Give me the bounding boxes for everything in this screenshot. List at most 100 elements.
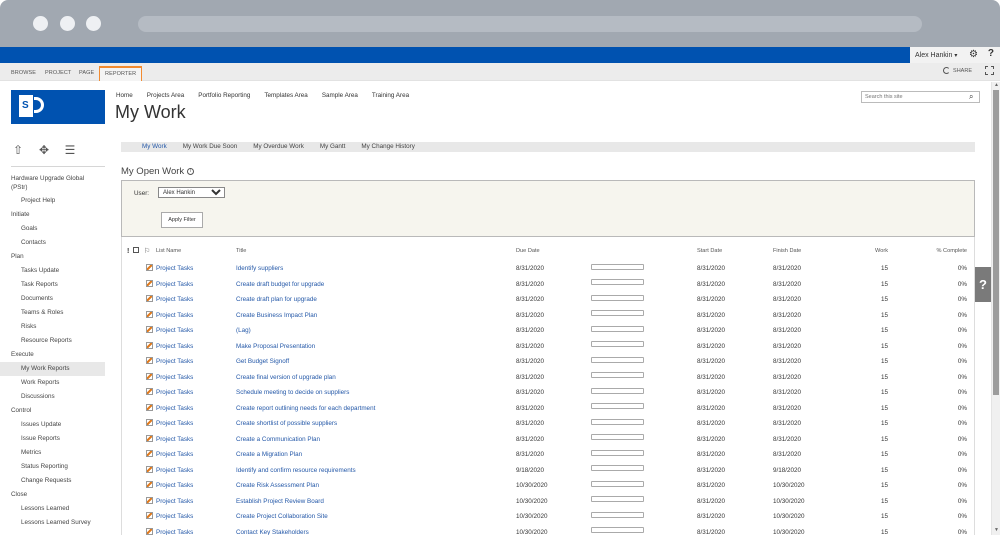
sidebar-item[interactable]: Close: [0, 488, 105, 502]
sidebar-item[interactable]: Tasks Update: [0, 264, 105, 278]
top-nav-link[interactable]: Projects Area: [147, 92, 184, 99]
search-icon[interactable]: ⌕: [969, 92, 973, 102]
sidebar-item[interactable]: Lessons Learned Survey: [0, 516, 105, 530]
task-title-link[interactable]: Create Risk Assessment Plan: [236, 478, 516, 494]
list-name-link[interactable]: Project Tasks: [156, 323, 236, 339]
list-name-link[interactable]: Project Tasks: [156, 339, 236, 355]
list-name-link[interactable]: Project Tasks: [156, 354, 236, 370]
list-name-link[interactable]: Project Tasks: [156, 370, 236, 386]
table-row[interactable]: Project Tasks Create Risk Assessment Plan…: [122, 478, 976, 494]
sidebar-item[interactable]: Risks: [0, 320, 105, 334]
notes-icon[interactable]: ☰: [63, 143, 77, 157]
flag-header[interactable]: ⚐: [144, 237, 156, 261]
finish-date-header[interactable]: Finish Date: [773, 237, 843, 261]
task-title-link[interactable]: Schedule meeting to decide on suppliers: [236, 385, 516, 401]
gear-icon[interactable]: ⚙: [969, 49, 978, 60]
pct-complete-header[interactable]: % Complete: [888, 237, 976, 261]
task-title-link[interactable]: Create Project Collaboration Site: [236, 509, 516, 525]
row-select-cell[interactable]: [133, 525, 144, 535]
sidebar-item[interactable]: Contacts: [0, 236, 105, 250]
row-select-cell[interactable]: [133, 447, 144, 463]
tab-reporter[interactable]: REPORTER: [99, 66, 143, 81]
row-select-cell[interactable]: [133, 292, 144, 308]
table-row[interactable]: Project Tasks Establish Project Review Bo…: [122, 494, 976, 510]
sub-tab[interactable]: My Overdue Work: [245, 142, 312, 152]
user-menu[interactable]: Alex Hankin ▾: [915, 52, 957, 59]
tab-browse[interactable]: BROWSE: [11, 66, 36, 81]
table-row[interactable]: Project Tasks Identify and confirm resour…: [122, 463, 976, 479]
focus-mode-icon[interactable]: [985, 66, 994, 75]
sub-tab[interactable]: My Work Due Soon: [175, 142, 245, 152]
list-name-header[interactable]: List Name: [156, 237, 236, 261]
task-title-link[interactable]: Create a Migration Plan: [236, 447, 516, 463]
list-name-link[interactable]: Project Tasks: [156, 385, 236, 401]
address-bar[interactable]: [138, 16, 922, 32]
sidebar-item[interactable]: Lessons Learned: [0, 502, 105, 516]
sidebar-item[interactable]: Issue Reports: [0, 432, 105, 446]
row-select-cell[interactable]: [133, 385, 144, 401]
table-row[interactable]: Project Tasks Create shortlist of possibl…: [122, 416, 976, 432]
top-nav-link[interactable]: Training Area: [372, 92, 409, 99]
sidebar-item[interactable]: Goals: [0, 222, 105, 236]
upload-icon[interactable]: ⇧: [11, 143, 25, 157]
sidebar-item[interactable]: Hardware Upgrade Global (PStr): [0, 172, 100, 192]
search-input[interactable]: [861, 91, 980, 103]
task-title-link[interactable]: Create draft plan for upgrade: [236, 292, 516, 308]
sidebar-item[interactable]: Status Reporting: [0, 460, 105, 474]
sidebar-item[interactable]: Execute: [0, 348, 105, 362]
task-title-link[interactable]: Create a Communication Plan: [236, 432, 516, 448]
row-select-cell[interactable]: [133, 401, 144, 417]
list-name-link[interactable]: Project Tasks: [156, 463, 236, 479]
select-all-header[interactable]: [133, 237, 144, 261]
table-row[interactable]: Project Tasks Get Budget Signoff 8/31/2020…: [122, 354, 976, 370]
row-select-cell[interactable]: [133, 323, 144, 339]
sidebar-item[interactable]: My Work Reports: [0, 362, 105, 376]
scroll-down-icon[interactable]: ▼: [994, 527, 999, 533]
list-name-link[interactable]: Project Tasks: [156, 525, 236, 535]
scroll-up-icon[interactable]: ▲: [994, 82, 999, 88]
sidebar-item[interactable]: Work Reports: [0, 376, 105, 390]
row-select-cell[interactable]: [133, 478, 144, 494]
list-name-link[interactable]: Project Tasks: [156, 494, 236, 510]
sidebar-item[interactable]: Discussions: [0, 390, 105, 404]
table-row[interactable]: Project Tasks Create Business Impact Plan…: [122, 308, 976, 324]
table-row[interactable]: Project Tasks Create draft budget for upg…: [122, 277, 976, 293]
sidebar-item[interactable]: Issues Update: [0, 418, 105, 432]
task-title-link[interactable]: Create Business Impact Plan: [236, 308, 516, 324]
row-select-cell[interactable]: [133, 416, 144, 432]
task-title-link[interactable]: Get Budget Signoff: [236, 354, 516, 370]
vertical-scrollbar[interactable]: ▲ ▼: [991, 82, 1000, 535]
due-date-header[interactable]: Due Date: [516, 237, 591, 261]
list-name-link[interactable]: Project Tasks: [156, 401, 236, 417]
title-header[interactable]: Title: [236, 237, 516, 261]
row-select-cell[interactable]: [133, 308, 144, 324]
task-title-link[interactable]: Create report outlining needs for each d…: [236, 401, 516, 417]
row-select-cell[interactable]: [133, 277, 144, 293]
table-row[interactable]: Project Tasks Create report outlining nee…: [122, 401, 976, 417]
table-row[interactable]: Project Tasks Contact Key Stakeholders 10/…: [122, 525, 976, 535]
window-close-dot[interactable]: [33, 16, 48, 31]
sub-tab[interactable]: My Change History: [353, 142, 423, 152]
task-title-link[interactable]: Create final version of upgrade plan: [236, 370, 516, 386]
row-select-cell[interactable]: [133, 370, 144, 386]
task-title-link[interactable]: Create shortlist of possible suppliers: [236, 416, 516, 432]
top-nav-link[interactable]: Portfolio Reporting: [198, 92, 250, 99]
task-title-link[interactable]: Make Proposal Presentation: [236, 339, 516, 355]
row-select-cell[interactable]: [133, 432, 144, 448]
window-minimize-dot[interactable]: [60, 16, 75, 31]
list-name-link[interactable]: Project Tasks: [156, 447, 236, 463]
sidebar-item[interactable]: Resource Reports: [0, 334, 105, 348]
help-icon[interactable]: ?: [988, 48, 994, 59]
task-title-link[interactable]: Contact Key Stakeholders: [236, 525, 516, 535]
sharepoint-logo[interactable]: S: [11, 90, 105, 124]
start-date-header[interactable]: Start Date: [697, 237, 773, 261]
table-row[interactable]: Project Tasks Schedule meeting to decide …: [122, 385, 976, 401]
table-row[interactable]: Project Tasks Create Project Collaboratio…: [122, 509, 976, 525]
help-tab[interactable]: ?: [975, 267, 991, 302]
row-select-cell[interactable]: [133, 494, 144, 510]
table-row[interactable]: Project Tasks Create draft plan for upgra…: [122, 292, 976, 308]
list-name-link[interactable]: Project Tasks: [156, 292, 236, 308]
task-title-link[interactable]: (Lag): [236, 323, 516, 339]
sidebar-item[interactable]: Project Help: [0, 194, 105, 208]
top-nav-link[interactable]: Home: [116, 92, 133, 99]
